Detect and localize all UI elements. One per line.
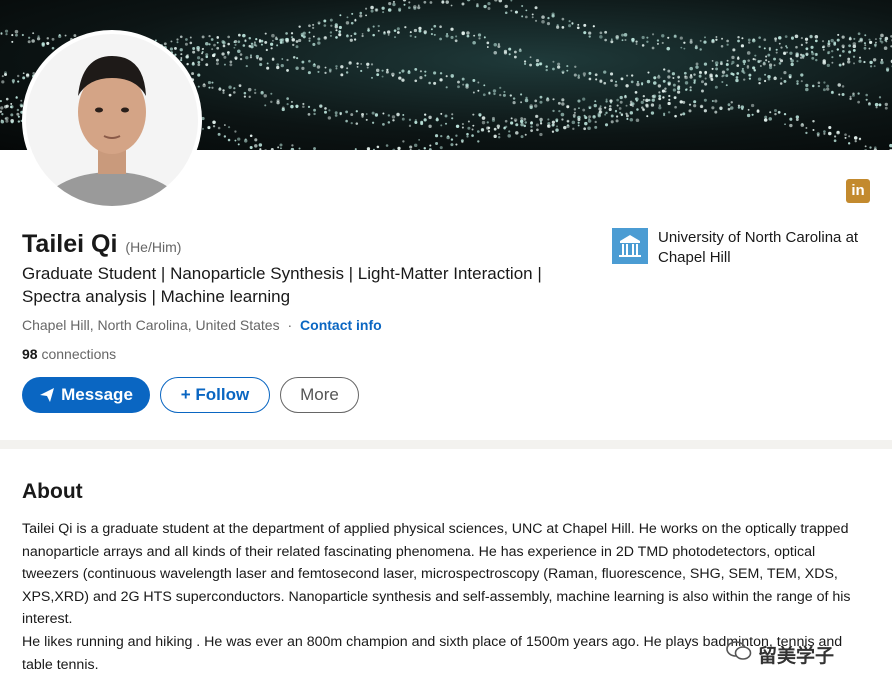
send-icon <box>39 387 55 403</box>
follow-button-label: + Follow <box>180 385 250 404</box>
school-name: University of North Carolina at Chapel H… <box>658 229 859 266</box>
education-entry[interactable]: University of North Carolina at Chapel H… <box>612 228 868 268</box>
profile-pronouns: (He/Him) <box>125 239 182 255</box>
message-button-label: Message <box>61 385 133 404</box>
profile-actions: Message + Follow More <box>22 377 359 413</box>
watermark-text: 留美学子 <box>758 645 835 667</box>
follow-button[interactable]: + Follow <box>160 377 270 413</box>
avatar-photo <box>26 34 198 206</box>
contact-info-link[interactable]: Contact info <box>300 317 382 333</box>
message-button[interactable]: Message <box>22 377 150 413</box>
name-row: Tailei Qi (He/Him) <box>22 230 181 259</box>
about-paragraph: Tailei Qi is a graduate student at the d… <box>22 521 851 628</box>
wechat-icon <box>726 640 752 668</box>
profile-headline: Graduate Student | Nanoparticle Synthesi… <box>22 264 542 306</box>
connections-label: connections <box>41 346 117 362</box>
profile-location: Chapel Hill, North Carolina, United Stat… <box>22 317 280 333</box>
more-button-label: More <box>300 385 339 404</box>
profile-top-card: in Tailei Qi (He/Him) Graduate Student |… <box>0 0 892 440</box>
connections-number: 98 <box>22 346 38 362</box>
connections-count[interactable]: 98 connections <box>22 346 116 362</box>
linkedin-icon: in <box>846 179 870 203</box>
separator-dot: · <box>287 317 293 333</box>
more-button[interactable]: More <box>280 377 359 413</box>
location-row: Chapel Hill, North Carolina, United Stat… <box>22 317 382 333</box>
avatar[interactable] <box>22 30 202 210</box>
profile-name: Tailei Qi <box>22 230 118 258</box>
watermark: 留美学子 <box>726 640 834 668</box>
about-title: About <box>22 480 83 503</box>
unc-logo-icon <box>612 228 648 264</box>
